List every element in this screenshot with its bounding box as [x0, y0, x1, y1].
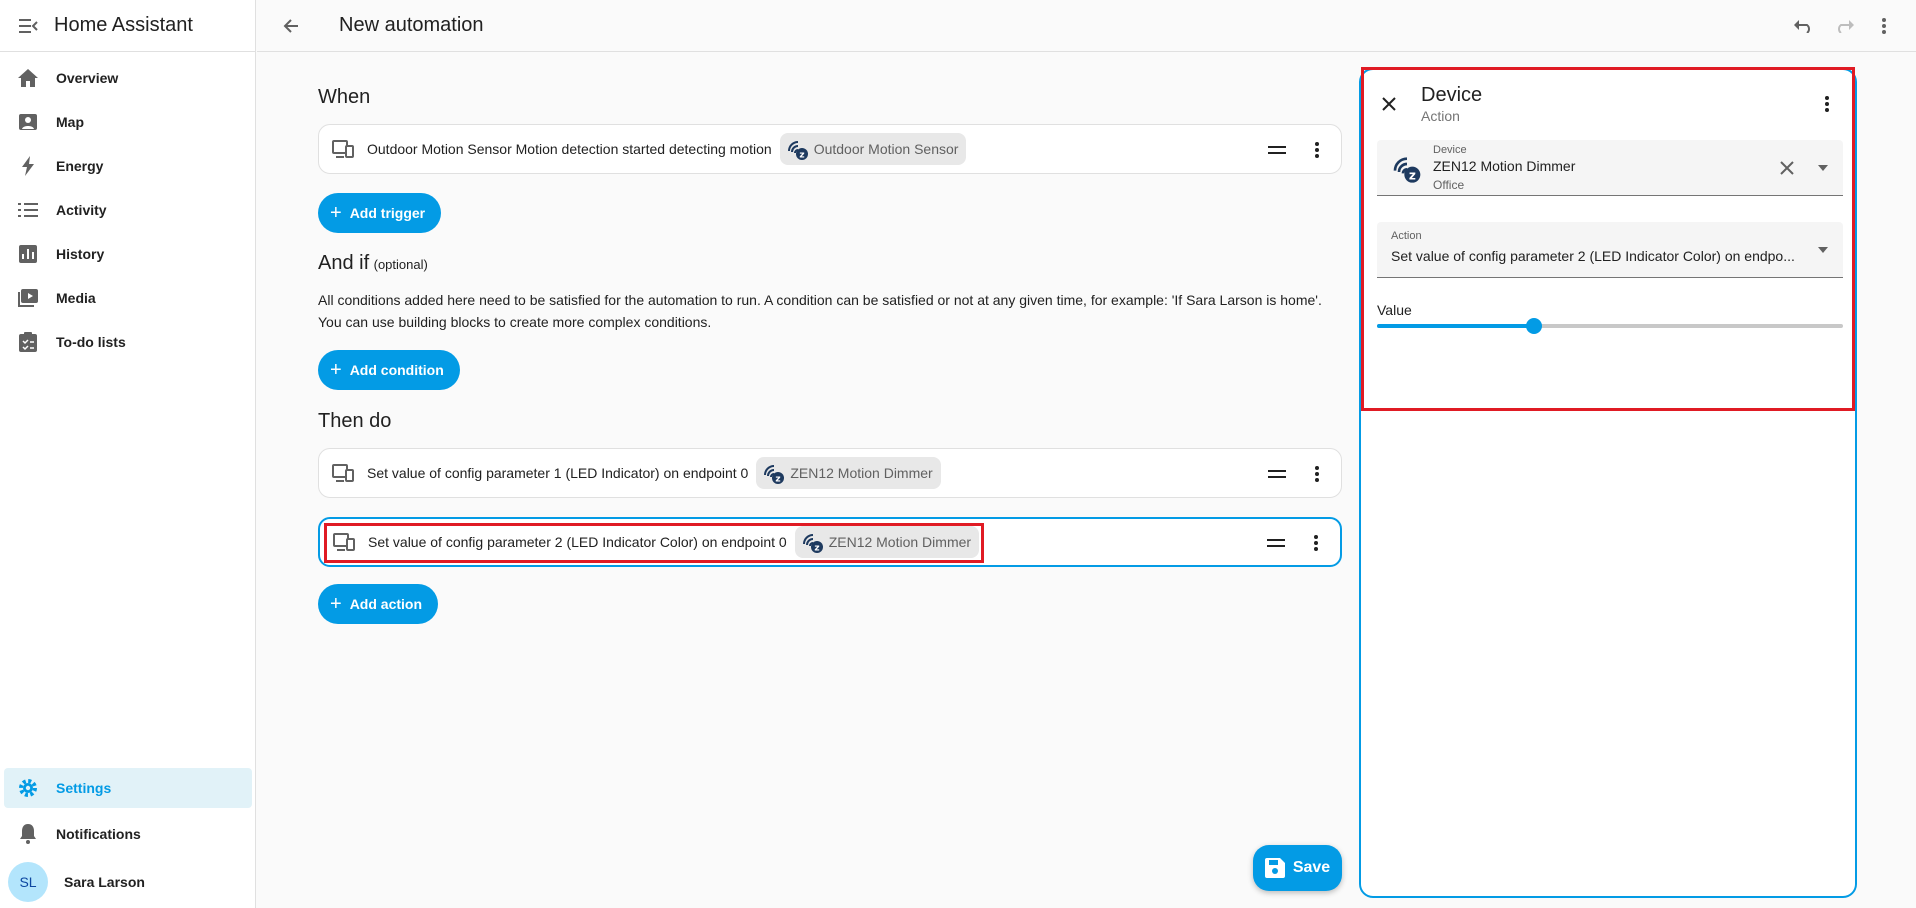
sidebar-item-label: History — [56, 246, 105, 262]
add-action-button[interactable]: + Add action — [318, 584, 439, 624]
sidebar-item-label: Energy — [56, 158, 104, 174]
more-vertical-icon[interactable] — [1304, 531, 1328, 555]
then-do-title: Then do — [318, 410, 392, 432]
description-line-1: All conditions added here need to be sat… — [318, 292, 1322, 308]
drag-handle-icon[interactable] — [1265, 138, 1289, 162]
undo-button[interactable] — [1786, 8, 1822, 44]
save-button[interactable]: Save — [1253, 845, 1342, 891]
optional-label: (optional) — [373, 257, 428, 272]
page-title: New automation — [339, 14, 484, 36]
button-label: Add action — [349, 596, 423, 612]
sidebar-item-label: Map — [56, 114, 84, 130]
and-if-title: And if — [318, 252, 370, 274]
svg-text:z: z — [776, 475, 781, 485]
zwave-icon: z — [764, 465, 785, 485]
chart-icon — [16, 242, 40, 266]
add-trigger-button[interactable]: + Add trigger — [318, 193, 442, 233]
and-if-header: And if (optional) — [318, 252, 428, 275]
sidebar-item-activity[interactable]: Activity — [0, 188, 255, 232]
description-line-2: You can use building blocks to create mo… — [318, 314, 712, 330]
sidebar-item-overview[interactable]: Overview — [0, 56, 255, 100]
device-chip[interactable]: z Outdoor Motion Sensor — [779, 133, 967, 165]
drag-handle-icon[interactable] — [1264, 531, 1288, 555]
device-icon — [331, 461, 355, 485]
gear-icon — [16, 776, 40, 800]
sidebar-item-media[interactable]: Media — [0, 276, 255, 320]
when-title: When — [318, 86, 371, 108]
user-name: Sara Larson — [64, 874, 145, 890]
sidebar-item-label: Media — [56, 290, 96, 306]
save-icon — [1264, 858, 1285, 878]
sidebar-item-energy[interactable]: Energy — [0, 144, 255, 188]
and-if-description: All conditions added here need to be sat… — [318, 289, 1348, 333]
sidebar-item-label: Overview — [56, 70, 119, 86]
sidebar-item-label: Settings — [56, 780, 112, 796]
map-icon — [16, 110, 40, 134]
trigger-text: Outdoor Motion Sensor Motion detection s… — [367, 141, 772, 157]
button-label: Add condition — [349, 362, 444, 378]
app-title: Home Assistant — [54, 14, 193, 36]
more-vertical-icon[interactable] — [1305, 138, 1329, 162]
sidebar-item-map[interactable]: Map — [0, 100, 255, 144]
clipboard-icon — [16, 330, 40, 354]
avatar: SL — [8, 862, 48, 902]
media-icon — [16, 286, 40, 310]
top-actions — [1786, 8, 1902, 44]
sidebar-item-label: Notifications — [56, 826, 141, 842]
bell-icon — [16, 822, 40, 846]
sidebar-bottom: Settings Notifications SL Sara Larson — [0, 768, 256, 908]
svg-text:z: z — [799, 151, 804, 161]
sidebar-item-label: To-do lists — [56, 334, 126, 350]
device-chip[interactable]: z ZEN12 Motion Dimmer — [756, 457, 941, 489]
sidebar-header: Home Assistant — [0, 0, 255, 52]
trigger-card[interactable]: Outdoor Motion Sensor Motion detection s… — [318, 124, 1342, 174]
sidebar-item-history[interactable]: History — [0, 232, 255, 276]
home-icon — [16, 66, 40, 90]
sidebar-nav: Overview Map Energy Activity History Med… — [0, 52, 255, 364]
more-vertical-icon — [1882, 18, 1886, 34]
action-text: Set value of config parameter 1 (LED Ind… — [367, 465, 749, 481]
selection-highlight — [324, 523, 984, 563]
sidebar-item-label: Activity — [56, 202, 107, 218]
menu-icon[interactable] — [16, 14, 40, 38]
more-menu-button[interactable] — [1866, 8, 1902, 44]
panel-highlight — [1361, 67, 1855, 411]
lightning-icon — [16, 154, 40, 178]
plus-icon: + — [330, 202, 342, 224]
zwave-icon: z — [787, 141, 808, 161]
chip-label: Outdoor Motion Sensor — [813, 141, 959, 157]
plus-icon: + — [330, 593, 342, 615]
action-card[interactable]: Set value of config parameter 1 (LED Ind… — [318, 448, 1342, 498]
redo-button[interactable] — [1826, 8, 1862, 44]
back-button[interactable] — [271, 6, 311, 46]
list-icon — [16, 198, 40, 222]
button-label: Add trigger — [349, 205, 426, 221]
save-label: Save — [1292, 859, 1331, 876]
more-vertical-icon[interactable] — [1305, 462, 1329, 486]
device-icon — [331, 137, 355, 161]
sidebar-item-notifications[interactable]: Notifications — [0, 812, 256, 856]
sidebar-item-todo-lists[interactable]: To-do lists — [0, 320, 255, 364]
chip-label: ZEN12 Motion Dimmer — [790, 465, 933, 481]
redo-icon — [1838, 20, 1854, 33]
sidebar-item-settings[interactable]: Settings — [4, 768, 252, 808]
add-condition-button[interactable]: + Add condition — [318, 350, 460, 390]
sidebar-user[interactable]: SL Sara Larson — [0, 856, 256, 908]
drag-handle-icon[interactable] — [1265, 462, 1289, 486]
plus-icon: + — [330, 359, 342, 381]
undo-icon — [1794, 20, 1810, 33]
top-bar: New automation — [257, 0, 1916, 52]
arrow-left-icon — [283, 18, 298, 33]
sidebar: Home Assistant Overview Map Energy Activ… — [0, 0, 256, 908]
